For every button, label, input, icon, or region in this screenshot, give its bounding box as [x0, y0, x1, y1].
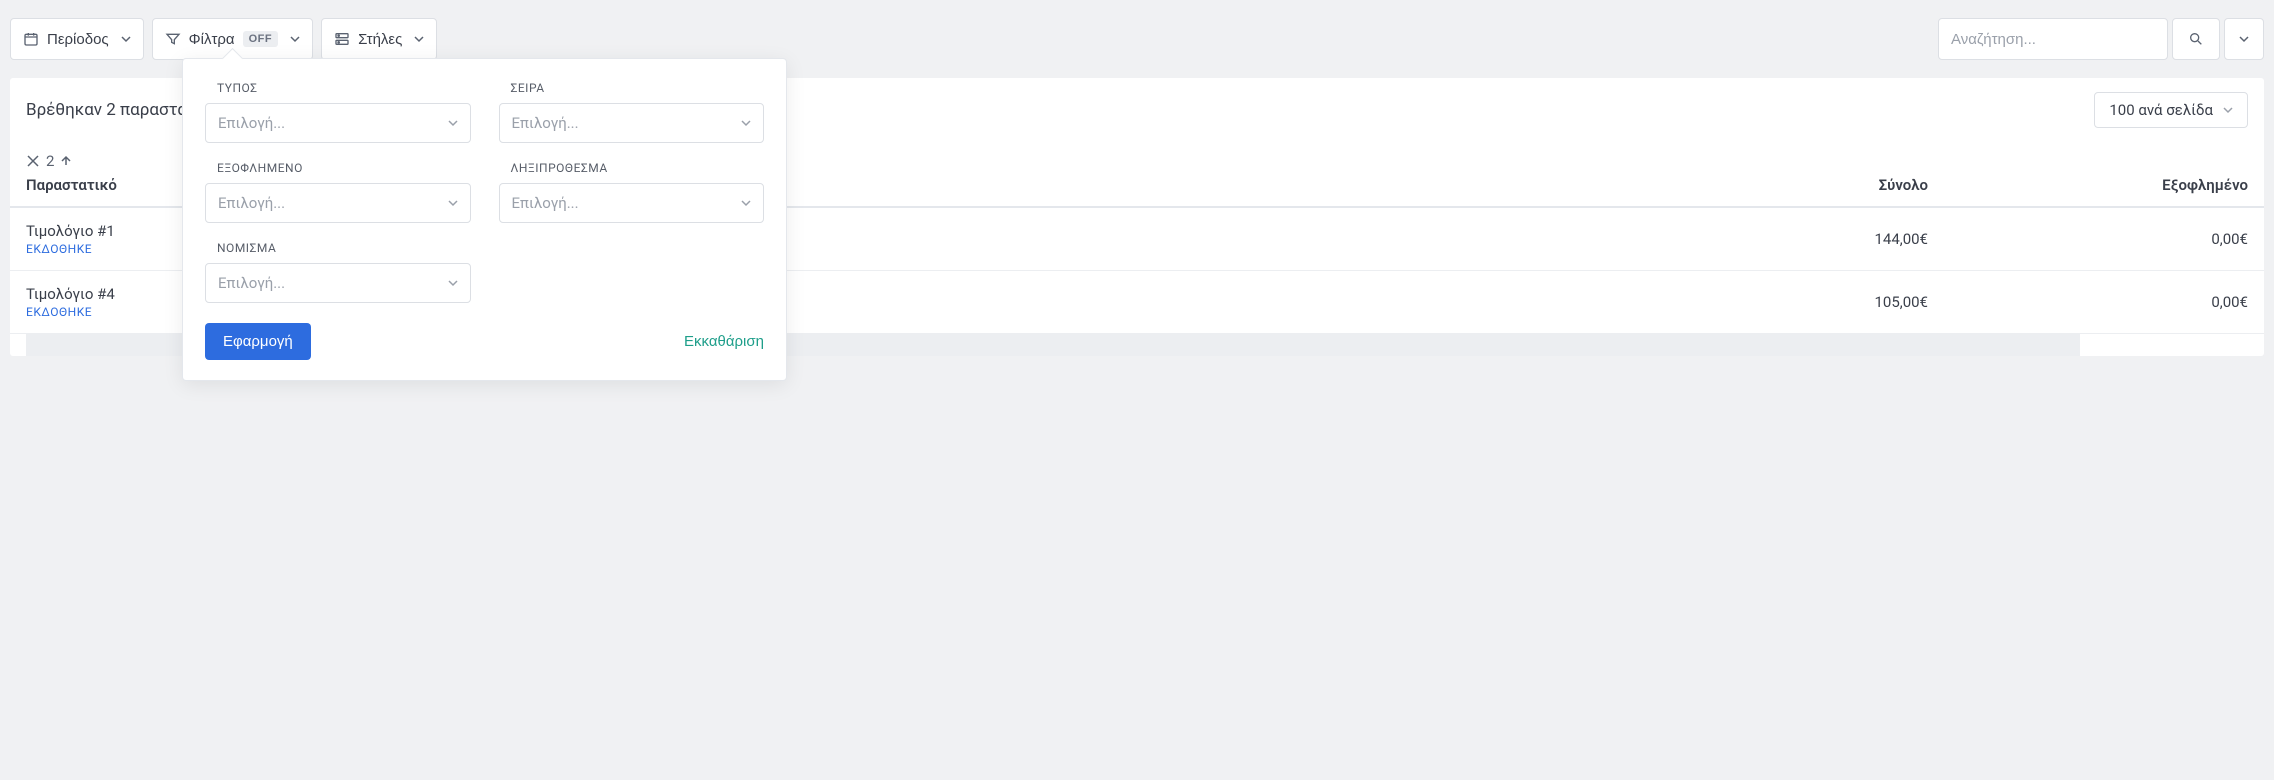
filters-label: Φίλτρα [189, 31, 235, 48]
filter-overdue-select[interactable]: Επιλογή... [499, 183, 765, 223]
columns-label: Στήλες [358, 31, 402, 48]
per-page-label: 100 ανά σελίδα [2109, 101, 2213, 119]
caret-down-icon [2223, 105, 2233, 115]
doc-paid: 0,00€ [1968, 230, 2248, 248]
selection-count: 2 [46, 152, 54, 170]
per-page-select[interactable]: 100 ανά σελίδα [2094, 92, 2248, 128]
search-button[interactable] [2172, 18, 2220, 60]
filter-type-label: ΤΥΠΟΣ [205, 81, 471, 95]
select-placeholder: Επιλογή... [218, 194, 285, 212]
caret-down-icon [290, 34, 300, 44]
filters-popover: ΤΥΠΟΣ Επιλογή... ΣΕΙΡΑ Επιλογή... ΕΞΟΦΛΗ… [182, 58, 787, 381]
filter-series-label: ΣΕΙΡΑ [499, 81, 765, 95]
filter-type-select[interactable]: Επιλογή... [205, 103, 471, 143]
apply-button[interactable]: Εφαρμογή [205, 323, 311, 360]
more-button[interactable] [2224, 18, 2264, 60]
caret-down-icon [414, 34, 424, 44]
period-label: Περίοδος [47, 31, 109, 48]
toolbar: Περίοδος Φίλτρα OFF Στήλες [10, 18, 2264, 60]
filter-overdue-label: ΛΗΞΙΠΡΟΘΕΣΜΑ [499, 161, 765, 175]
filter-currency-label: ΝΟΜΙΣΜΑ [205, 241, 471, 255]
caret-down-icon [448, 278, 458, 288]
filter-series-select[interactable]: Επιλογή... [499, 103, 765, 143]
close-icon[interactable] [26, 154, 40, 168]
results-card: Βρέθηκαν 2 παραστατικά 100 ανά σελίδα 2 [10, 78, 2264, 356]
search-input[interactable] [1938, 18, 2168, 60]
select-placeholder: Επιλογή... [512, 194, 579, 212]
select-placeholder: Επιλογή... [512, 114, 579, 132]
caret-down-icon [448, 198, 458, 208]
filter-currency-select[interactable]: Επιλογή... [205, 263, 471, 303]
column-paid-label[interactable]: Εξοφλημένο [1968, 176, 2248, 194]
doc-paid: 0,00€ [1968, 293, 2248, 311]
select-placeholder: Επιλογή... [218, 114, 285, 132]
period-button[interactable]: Περίοδος [10, 18, 144, 60]
filter-icon [165, 31, 181, 47]
columns-icon [334, 31, 350, 47]
arrow-up-icon[interactable] [60, 155, 72, 167]
search-icon [2188, 31, 2204, 47]
caret-down-icon [741, 198, 751, 208]
filter-paid-label: ΕΞΟΦΛΗΜΕΝΟ [205, 161, 471, 175]
caret-down-icon [448, 118, 458, 128]
calendar-icon [23, 31, 39, 47]
caret-down-icon [2239, 34, 2249, 44]
columns-button[interactable]: Στήλες [321, 18, 437, 60]
caret-down-icon [121, 34, 131, 44]
select-placeholder: Επιλογή... [218, 274, 285, 292]
clear-button[interactable]: Εκκαθάριση [684, 333, 764, 350]
caret-down-icon [741, 118, 751, 128]
filter-paid-select[interactable]: Επιλογή... [205, 183, 471, 223]
filters-badge: OFF [243, 31, 279, 47]
